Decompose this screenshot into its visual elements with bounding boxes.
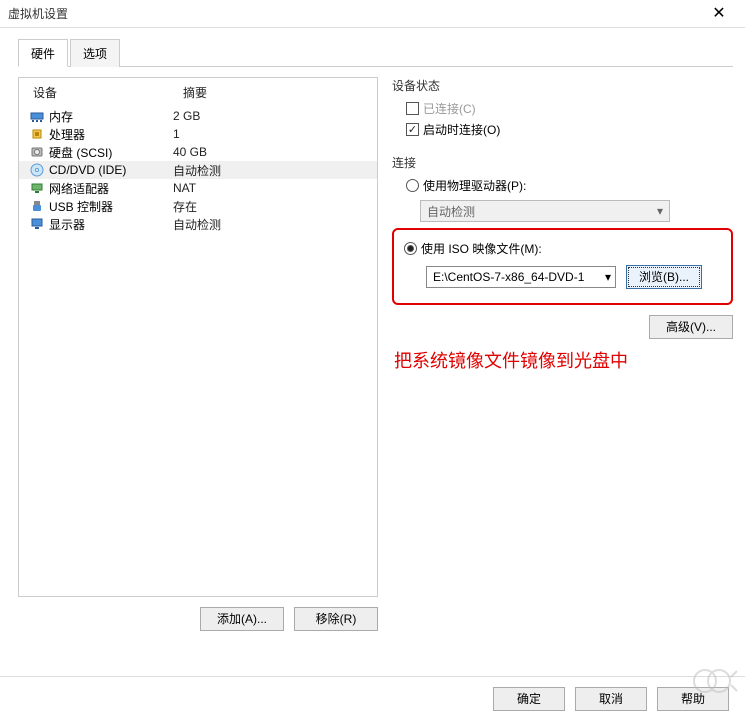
- right-panel: 设备状态 已连接(C) 启动时连接(O) 连接 使用物理驱动器(P): 自动检测: [392, 77, 733, 631]
- use-physical-label: 使用物理驱动器(P):: [423, 177, 526, 194]
- add-button[interactable]: 添加(A)...: [200, 607, 284, 631]
- disk-icon: [29, 144, 45, 160]
- device-row-cpu[interactable]: 处理器 1: [19, 125, 377, 143]
- advanced-button[interactable]: 高级(V)...: [649, 315, 733, 339]
- tab-options[interactable]: 选项: [70, 39, 120, 67]
- device-name: 显示器: [49, 216, 85, 233]
- connected-label: 已连接(C): [423, 100, 476, 117]
- use-physical-radio[interactable]: [406, 179, 419, 192]
- chevron-down-icon: ▾: [657, 204, 663, 218]
- device-list: 设备 摘要 内存 2 GB 处理器 1 硬盘 (SCSI) 40 GB: [18, 77, 378, 597]
- device-row-cddvd[interactable]: CD/DVD (IDE) 自动检测: [19, 161, 377, 179]
- cd-icon: [29, 162, 45, 178]
- device-name: 处理器: [49, 126, 85, 143]
- tab-hardware[interactable]: 硬件: [18, 39, 68, 67]
- device-row-disk[interactable]: 硬盘 (SCSI) 40 GB: [19, 143, 377, 161]
- net-icon: [29, 180, 45, 196]
- cancel-button[interactable]: 取消: [575, 687, 647, 711]
- footer-separator: [0, 676, 745, 677]
- browse-button[interactable]: 浏览(B)...: [626, 265, 702, 289]
- connect-on-power-checkbox[interactable]: [406, 123, 419, 136]
- close-button[interactable]: ✕: [699, 0, 739, 28]
- device-status-group: 设备状态 已连接(C) 启动时连接(O): [392, 77, 733, 140]
- ok-button[interactable]: 确定: [493, 687, 565, 711]
- usb-icon: [29, 198, 45, 214]
- iso-path-combo[interactable]: E:\CentOS-7-x86_64-DVD-1 ▾: [426, 266, 616, 288]
- physical-drive-select[interactable]: 自动检测 ▾: [420, 200, 670, 222]
- device-row-display[interactable]: 显示器 自动检测: [19, 215, 377, 233]
- col-device: 设备: [33, 84, 183, 101]
- device-name: 硬盘 (SCSI): [49, 144, 112, 161]
- iso-path-value: E:\CentOS-7-x86_64-DVD-1: [433, 270, 584, 284]
- physical-drive-value: 自动检测: [427, 203, 475, 220]
- window-title: 虚拟机设置: [8, 5, 68, 22]
- memory-icon: [29, 108, 45, 124]
- connected-checkbox[interactable]: [406, 102, 419, 115]
- watermark-icon: [687, 663, 739, 699]
- display-icon: [29, 216, 45, 232]
- dialog-content: 硬件 选项 设备 摘要 内存 2 GB 处理器 1: [0, 28, 745, 635]
- device-row-network[interactable]: 网络适配器 NAT: [19, 179, 377, 197]
- left-panel: 设备 摘要 内存 2 GB 处理器 1 硬盘 (SCSI) 40 GB: [18, 77, 378, 631]
- connection-title: 连接: [392, 154, 733, 171]
- connect-on-power-label: 启动时连接(O): [423, 121, 500, 138]
- device-name: 网络适配器: [49, 180, 109, 197]
- col-summary: 摘要: [183, 84, 207, 101]
- use-iso-label: 使用 ISO 映像文件(M):: [421, 240, 542, 257]
- connection-group: 连接 使用物理驱动器(P): 自动检测 ▾ 使用 ISO 映像文件(M):: [392, 154, 733, 373]
- iso-highlight-box: 使用 ISO 映像文件(M): E:\CentOS-7-x86_64-DVD-1…: [392, 228, 733, 305]
- tab-strip: 硬件 选项: [18, 38, 733, 67]
- titlebar: 虚拟机设置 ✕: [0, 0, 745, 28]
- annotation-text: 把系统镜像文件镜像到光盘中: [394, 347, 733, 373]
- device-name: 内存: [49, 108, 73, 125]
- device-summary: 自动检测: [173, 216, 221, 233]
- use-iso-radio[interactable]: [404, 242, 417, 255]
- chevron-down-icon: ▾: [605, 270, 611, 284]
- device-row-usb[interactable]: USB 控制器 存在: [19, 197, 377, 215]
- device-row-memory[interactable]: 内存 2 GB: [19, 107, 377, 125]
- device-summary: 40 GB: [173, 145, 207, 159]
- device-summary: 存在: [173, 198, 197, 215]
- device-list-header: 设备 摘要: [19, 78, 377, 107]
- device-summary: 1: [173, 127, 180, 141]
- device-status-title: 设备状态: [392, 77, 733, 94]
- device-summary: 自动检测: [173, 162, 221, 179]
- cpu-icon: [29, 126, 45, 142]
- device-summary: 2 GB: [173, 109, 200, 123]
- device-summary: NAT: [173, 181, 196, 195]
- device-name: USB 控制器: [49, 198, 113, 215]
- remove-button[interactable]: 移除(R): [294, 607, 378, 631]
- device-name: CD/DVD (IDE): [49, 163, 126, 177]
